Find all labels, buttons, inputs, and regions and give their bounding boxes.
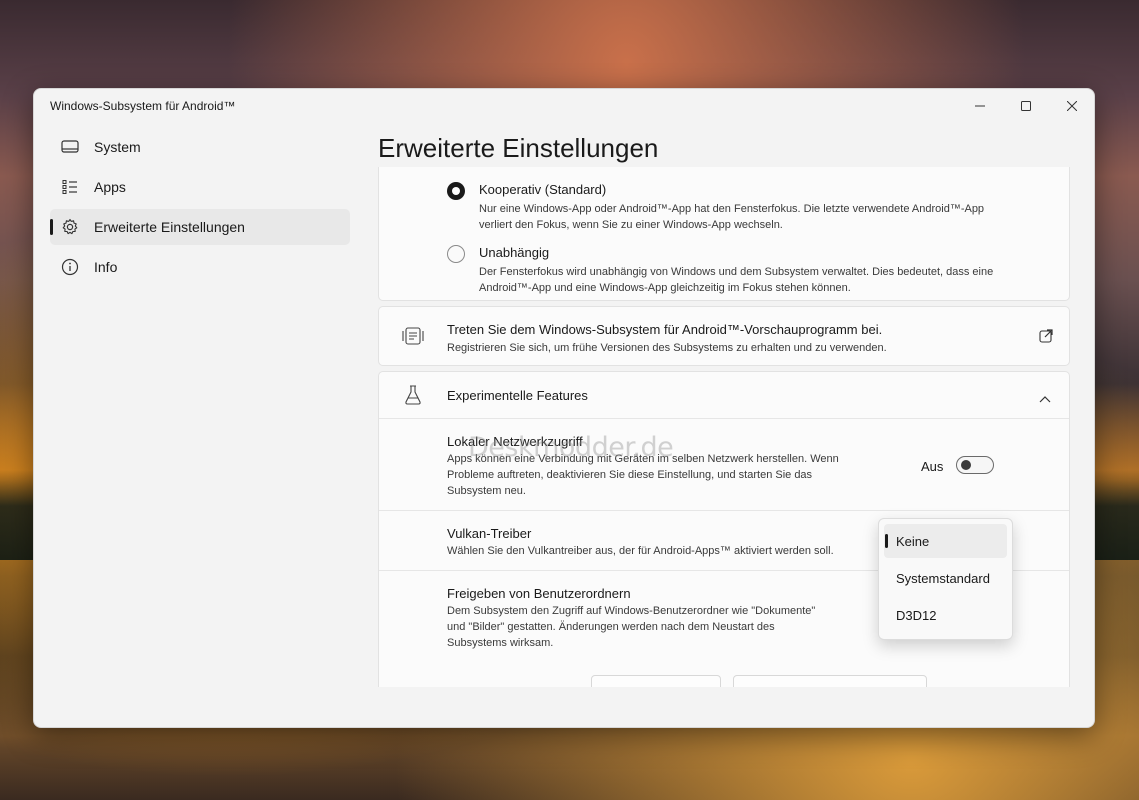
dropdown-option-label: Systemstandard bbox=[896, 570, 990, 586]
dropdown-option-label: Keine bbox=[896, 533, 930, 549]
share-folders-description: Dem Subsystem den Zugriff auf Windows-Be… bbox=[447, 605, 816, 649]
dropdown-option-d3d12[interactable]: D3D12 bbox=[884, 598, 1007, 632]
vulkan-driver-title: Vulkan-Treiber bbox=[447, 526, 532, 541]
close-icon bbox=[1067, 101, 1077, 111]
minimize-button[interactable] bbox=[960, 93, 1000, 119]
preview-program-card[interactable]: Treten Sie dem Windows-Subsystem für And… bbox=[378, 306, 1070, 366]
sidebar-item-advanced-settings[interactable]: Erweiterte Einstellungen bbox=[50, 209, 350, 245]
window-title: Windows-Subsystem für Android™ bbox=[50, 99, 236, 113]
radio-button-unchecked[interactable] bbox=[447, 245, 465, 263]
preview-program-icon bbox=[401, 324, 425, 348]
chevron-up-icon[interactable] bbox=[1039, 390, 1051, 408]
dropdown-option-systemstandard[interactable]: Systemstandard bbox=[884, 561, 1007, 595]
folder-button-2[interactable] bbox=[733, 675, 927, 687]
radio-description: Der Fensterfokus wird unabhängig von Win… bbox=[479, 266, 994, 294]
maximize-button[interactable] bbox=[1006, 93, 1046, 119]
sidebar-item-system[interactable]: System bbox=[50, 129, 350, 165]
preview-program-description: Registrieren Sie sich, um frühe Versione… bbox=[447, 342, 887, 354]
active-indicator bbox=[50, 219, 53, 235]
experimental-features-title: Experimentelle Features bbox=[447, 388, 588, 403]
focus-mode-card: Kooperativ (Standard) Nur eine Windows-A… bbox=[378, 167, 1070, 301]
toggle-knob bbox=[961, 460, 971, 470]
toggle-state-label: Aus bbox=[921, 459, 944, 474]
flask-icon bbox=[401, 383, 425, 407]
list-icon bbox=[60, 177, 80, 197]
sidebar-item-apps[interactable]: Apps bbox=[50, 169, 350, 205]
radio-button-checked[interactable] bbox=[447, 182, 465, 200]
radio-description: Nur eine Windows-App oder Android™-App h… bbox=[479, 203, 985, 231]
sidebar-item-label: System bbox=[94, 139, 141, 155]
sidebar-nav: System Apps Erweiterte Einstellungen Inf… bbox=[50, 129, 350, 289]
share-folders-title: Freigeben von Benutzerordnern bbox=[447, 586, 631, 601]
close-button[interactable] bbox=[1052, 93, 1092, 119]
divider bbox=[379, 510, 1069, 511]
external-link-icon[interactable] bbox=[1039, 329, 1053, 348]
sidebar-item-label: Erweiterte Einstellungen bbox=[94, 219, 245, 235]
vulkan-driver-description: Wählen Sie den Vulkantreiber aus, der fü… bbox=[447, 545, 834, 557]
sidebar-item-info[interactable]: Info bbox=[50, 249, 350, 285]
radio-title: Unabhängig bbox=[479, 245, 550, 260]
sidebar-item-label: Apps bbox=[94, 179, 126, 195]
network-access-toggle[interactable] bbox=[956, 456, 994, 474]
folder-button-1[interactable] bbox=[591, 675, 721, 687]
selected-indicator bbox=[885, 534, 888, 548]
preview-program-title: Treten Sie dem Windows-Subsystem für And… bbox=[447, 322, 883, 337]
vulkan-driver-dropdown[interactable]: Keine Systemstandard D3D12 bbox=[878, 518, 1013, 640]
page-title: Erweiterte Einstellungen bbox=[378, 133, 659, 163]
minimize-icon bbox=[975, 105, 985, 107]
divider bbox=[379, 418, 1069, 419]
sidebar-item-label: Info bbox=[94, 259, 118, 275]
gear-icon bbox=[60, 217, 80, 237]
title-bar: Windows-Subsystem für Android™ bbox=[34, 89, 1094, 123]
laptop-icon bbox=[60, 137, 80, 157]
dropdown-option-label: D3D12 bbox=[896, 607, 937, 623]
dropdown-option-keine[interactable]: Keine bbox=[884, 524, 1007, 558]
info-icon bbox=[60, 257, 80, 277]
maximize-icon bbox=[1021, 101, 1031, 111]
watermark: Deskmodder.de bbox=[468, 432, 674, 463]
radio-title: Kooperativ (Standard) bbox=[479, 182, 607, 197]
